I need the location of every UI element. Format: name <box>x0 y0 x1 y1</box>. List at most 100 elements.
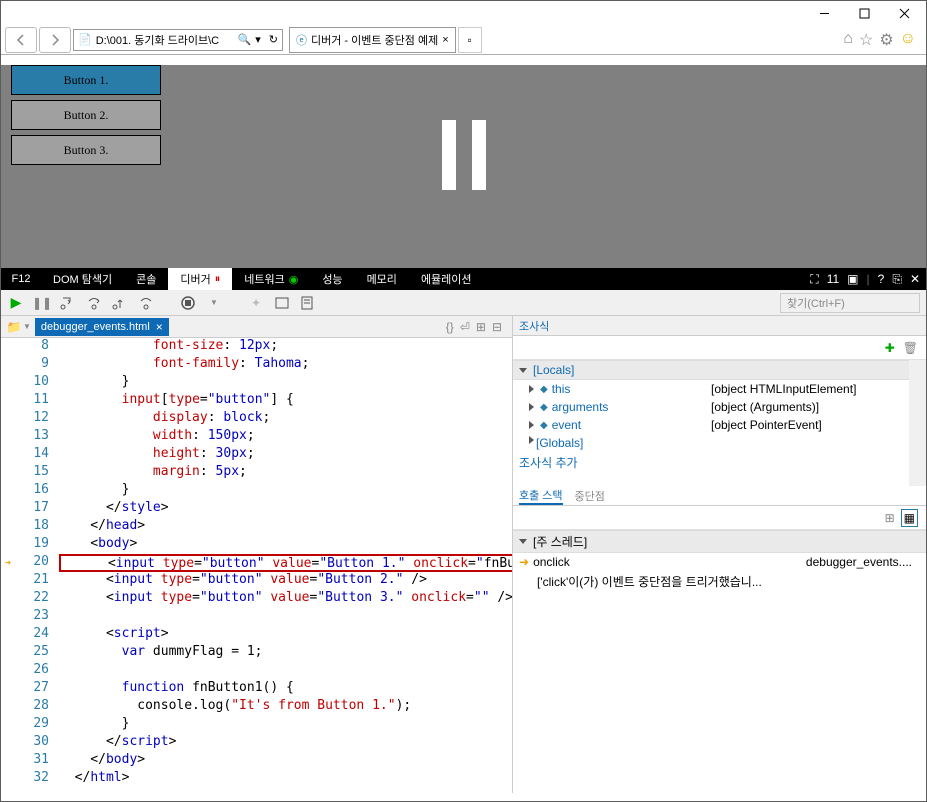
add-watch-row[interactable]: 조사식 추가 <box>513 452 909 473</box>
home-icon[interactable]: ⌂ <box>843 30 853 50</box>
code-editor[interactable]: 8 font-size: 12px;9 font-family: Tahoma;… <box>1 338 512 793</box>
emoji-icon[interactable]: ☺ <box>900 30 916 50</box>
thread-label: [주 스레드] <box>533 533 587 550</box>
dropdown-icon[interactable]: ▾ <box>255 33 261 46</box>
options-icon[interactable]: ⊟ <box>492 320 502 334</box>
close-button[interactable] <box>884 2 924 24</box>
refresh-icon[interactable]: ↻ <box>269 33 278 46</box>
tab-network-label: 네트워크 <box>244 271 284 287</box>
add-watch-icon[interactable]: ✚ <box>885 341 895 355</box>
code-line[interactable]: 17 </style> <box>1 500 512 518</box>
tab-callstack[interactable]: 호출 스택 <box>519 487 563 505</box>
step-out-icon[interactable] <box>111 294 129 312</box>
back-button[interactable] <box>5 27 37 53</box>
dom-break-icon[interactable] <box>273 294 291 312</box>
step-back-icon[interactable] <box>137 294 155 312</box>
code-line[interactable]: 15 margin: 5px; <box>1 464 512 482</box>
code-line[interactable]: 25 var dummyFlag = 1; <box>1 644 512 662</box>
favorites-icon[interactable]: ☆ <box>859 30 873 50</box>
file-tab-active[interactable]: debugger_events.html × <box>35 318 169 336</box>
help-icon[interactable]: ? <box>878 272 885 286</box>
dropdown-icon[interactable]: ▼ <box>205 294 223 312</box>
code-line[interactable]: 19 <body> <box>1 536 512 554</box>
demo-button-3[interactable]: Button 3. <box>11 135 161 165</box>
screen-icon[interactable]: ⛶ <box>810 272 818 287</box>
source-pane: 📁 ▼ debugger_events.html × {} ⏎ ⊞ ⊟ 8 fo… <box>1 316 513 793</box>
code-line[interactable]: 30 </script> <box>1 734 512 752</box>
frames-icon[interactable]: ▦ <box>901 509 918 527</box>
code-line[interactable]: 10 } <box>1 374 512 392</box>
browser-tab-active[interactable]: ⓔ 디버거 - 이벤트 중단점 예제 × <box>289 27 456 53</box>
continue-icon[interactable]: ▶ <box>7 294 25 312</box>
watch-item[interactable]: ◆ event[object PointerEvent] <box>513 416 909 434</box>
tab-emulation[interactable]: 에뮬레이션 <box>409 268 484 290</box>
tools-icon[interactable]: ⚙ <box>879 30 893 50</box>
code-line[interactable]: 28 console.log("It's from Button 1."); <box>1 698 512 716</box>
breakpoint-message: ['click'이(가) 이벤트 중단점을 트리거했습니... <box>513 571 926 592</box>
code-line[interactable]: 21 <input type="button" value="Button 2.… <box>1 572 512 590</box>
code-line[interactable]: 32 </html> <box>1 770 512 788</box>
tab-network[interactable]: 네트워크 ◉ <box>232 268 310 290</box>
window-title-bar <box>1 1 926 25</box>
code-line[interactable]: 16 } <box>1 482 512 500</box>
thread-section[interactable]: [주 스레드] <box>513 530 926 553</box>
forward-button[interactable] <box>39 27 71 53</box>
locals-section[interactable]: [Locals] <box>513 360 909 380</box>
folder-dropdown-icon[interactable]: ▼ <box>23 322 31 331</box>
minimize-button[interactable] <box>804 2 844 24</box>
code-line[interactable]: 14 height: 30px; <box>1 446 512 464</box>
word-wrap-icon[interactable]: ⏎ <box>460 320 470 334</box>
watch-item[interactable]: ◆ arguments[object (Arguments)] <box>513 398 909 416</box>
new-tab-button[interactable]: ▫ <box>458 27 482 53</box>
code-line[interactable]: 27 function fnButton1() { <box>1 680 512 698</box>
folder-icon[interactable]: 📁 <box>5 318 23 336</box>
address-bar[interactable]: 📄 D:\001. 동기화 드라이브\C 🔍 ▾ ↻ <box>73 29 283 51</box>
code-line[interactable]: 22 <input type="button" value="Button 3.… <box>1 590 512 608</box>
stack-frame[interactable]: ➜ onclick debugger_events.... <box>513 553 926 571</box>
break-mode-icon[interactable] <box>179 294 197 312</box>
console-toggle-icon[interactable]: ▣ <box>847 272 858 286</box>
code-line[interactable]: 18 </head> <box>1 518 512 536</box>
code-line[interactable]: 24 <script> <box>1 626 512 644</box>
tab-console[interactable]: 콘솔 <box>124 268 168 290</box>
tab-title: 디버거 - 이벤트 중단점 예제 <box>311 32 438 48</box>
nav-right-icons: ⌂ ☆ ⚙ ☺ <box>843 30 922 50</box>
demo-button-1[interactable]: Button 1. <box>11 65 161 95</box>
step-over-icon[interactable] <box>85 294 103 312</box>
tab-memory[interactable]: 메모리 <box>355 268 409 290</box>
watch-scrollbar[interactable] <box>909 360 926 486</box>
code-line[interactable]: 9 font-family: Tahoma; <box>1 356 512 374</box>
code-line[interactable]: 26 <box>1 662 512 680</box>
tab-breakpoints[interactable]: 중단점 <box>575 488 605 504</box>
watch-item[interactable]: ◆ this[object HTMLInputElement] <box>513 380 909 398</box>
tab-dom-explorer[interactable]: DOM 탐색기 <box>41 268 124 290</box>
close-devtools-icon[interactable]: ✕ <box>910 272 920 286</box>
code-line[interactable]: ➜20 <input type="button" value="Button 1… <box>1 554 512 572</box>
code-line[interactable]: 23 <box>1 608 512 626</box>
code-line[interactable]: 11 input[type="button"] { <box>1 392 512 410</box>
tab-performance[interactable]: 성능 <box>310 268 354 290</box>
demo-button-2[interactable]: Button 2. <box>11 100 161 130</box>
async-icon[interactable]: ⊞ <box>885 511 895 525</box>
code-line[interactable]: 29 } <box>1 716 512 734</box>
code-line[interactable]: 31 </body> <box>1 752 512 770</box>
file-tab-close-icon[interactable]: × <box>156 320 163 334</box>
maximize-button[interactable] <box>844 2 884 24</box>
tab-close-icon[interactable]: × <box>442 34 448 46</box>
globals-section[interactable]: [Globals] <box>513 434 909 452</box>
code-line[interactable]: 8 font-size: 12px; <box>1 338 512 356</box>
step-into-icon[interactable] <box>59 294 77 312</box>
exception-icon[interactable]: ✦ <box>247 294 265 312</box>
code-line[interactable]: 13 width: 150px; <box>1 428 512 446</box>
code-line[interactable]: 12 display: block; <box>1 410 512 428</box>
delete-watch-icon[interactable]: 🗑 <box>903 341 918 355</box>
breakpoint-message-text: ['click'이(가) 이벤트 중단점을 트리거했습니... <box>519 573 762 590</box>
source-map-icon[interactable]: ⊞ <box>476 320 486 334</box>
pretty-print-icon[interactable]: {} <box>446 320 454 334</box>
event-break-icon[interactable] <box>299 294 317 312</box>
undock-icon[interactable]: ⎘ <box>892 272 902 287</box>
pause-icon[interactable]: ❚❚ <box>33 294 51 312</box>
tab-debugger[interactable]: 디버거 ⏸ <box>168 268 232 290</box>
search-icon[interactable]: 🔍 <box>238 33 252 46</box>
search-input[interactable]: 찾기(Ctrl+F) <box>780 293 920 313</box>
